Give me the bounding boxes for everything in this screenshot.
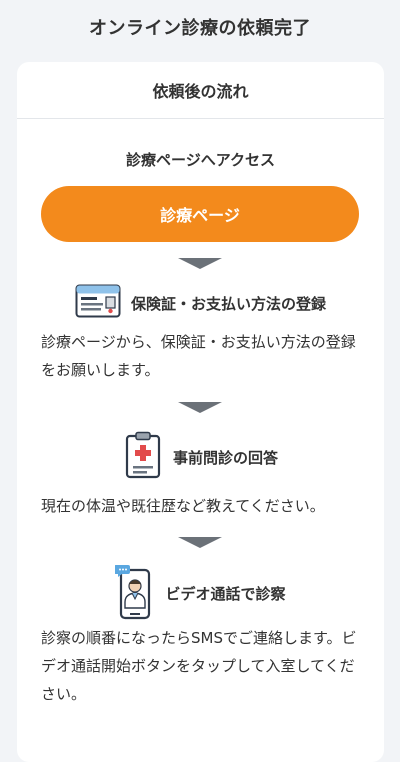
- down-arrow-icon: [178, 402, 222, 413]
- page-title: オンライン診療の依頼完了: [89, 18, 311, 39]
- step-questionnaire-heading: 事前問診の回答: [17, 431, 384, 483]
- step-insurance-heading: 保険証・お支払い方法の登録: [17, 283, 384, 323]
- step-video-call-heading: ビデオ通話で診察: [17, 562, 384, 624]
- down-arrow-icon: [178, 258, 222, 269]
- step-title: ビデオ通話で診察: [165, 584, 286, 603]
- access-title: 診療ページへアクセス: [126, 151, 275, 169]
- card-header: 依頼後の流れ: [17, 62, 384, 119]
- step-description: 診察の順番になったらSMSでご連絡します。ビデオ通話開始ボタンをタップして入室し…: [41, 629, 357, 703]
- step-description: 現在の体温や既往歴など教えてください。: [41, 497, 325, 515]
- medical-page-button[interactable]: 診療ページ: [41, 186, 359, 242]
- video-call-doctor-icon: [114, 562, 155, 624]
- step-description: 診療ページから、保険証・お支払い方法の登録をお願いします。: [41, 333, 356, 379]
- step-title: 保険証・お支払い方法の登録: [130, 294, 326, 313]
- down-arrow-icon: [178, 537, 222, 548]
- clipboard-medical-icon: [123, 431, 163, 483]
- step-title: 事前問診の回答: [172, 448, 278, 467]
- flow-card: 依頼後の流れ 診療ページへアクセス 診療ページ 保険証・お支払い方法の登録 診療…: [17, 62, 384, 762]
- insurance-card-icon: [75, 284, 121, 322]
